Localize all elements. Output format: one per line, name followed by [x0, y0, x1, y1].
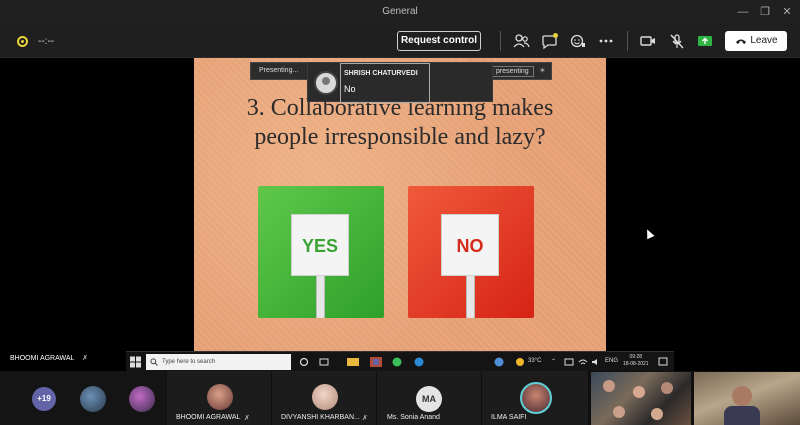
meeting-timer: --:--: [38, 36, 55, 47]
participant-face: [651, 408, 663, 420]
edge-browser-icon: [414, 357, 424, 367]
participant-initials-avatar: MA: [416, 386, 442, 412]
presenter-label: BHOOMI AGRAWAL ✗: [10, 354, 88, 362]
sender-avatar: [314, 71, 338, 95]
no-sign-post: [466, 276, 475, 318]
participant-overflow-count[interactable]: +19: [32, 387, 56, 411]
participant-body: [724, 406, 760, 425]
yes-sign: YES: [291, 214, 349, 276]
participant-name: DIVYANSHI KHARBAN...: [281, 414, 360, 421]
whatsapp-icon: [392, 357, 402, 367]
chat-notification-popup[interactable]: SHRISH CHATURVEDI No: [307, 62, 493, 103]
participant-face: [661, 382, 673, 394]
remote-taskbar: Type here to search 33°C ⌃ ENG 09:28 18-…: [126, 351, 674, 371]
leave-label: Leave: [750, 35, 778, 46]
participant-mic-muted-icon: ✗: [362, 415, 368, 422]
reactions-icon[interactable]: [569, 32, 587, 50]
mouse-cursor-icon: [643, 227, 655, 240]
close-icon[interactable]: ✕: [779, 4, 795, 20]
chat-message: No: [344, 84, 356, 94]
minimize-icon[interactable]: —: [735, 4, 751, 20]
participant-name: BHOOMI AGRAWAL: [176, 414, 241, 421]
participant-face: [732, 386, 752, 406]
video-gallery-tile[interactable]: [591, 372, 691, 425]
weather-icon: [516, 358, 524, 366]
restore-icon[interactable]: ❐: [757, 4, 773, 20]
teams-app-icon: [370, 357, 382, 367]
file-explorer-icon: [347, 358, 359, 366]
yes-card: YES: [258, 186, 384, 318]
toolbar-divider: [627, 31, 628, 51]
leave-button[interactable]: Leave: [725, 31, 787, 51]
pin-icon[interactable]: ✶: [539, 66, 546, 75]
network-icon: [578, 359, 588, 365]
shared-screen-stage: 3. Collaborative learning makes people i…: [0, 58, 800, 371]
video-self-tile[interactable]: [694, 372, 800, 425]
presenter-mic-muted-icon: ✗: [82, 355, 89, 362]
task-view-icon: [319, 358, 329, 366]
camera-icon[interactable]: [639, 32, 657, 50]
chat-icon[interactable]: [541, 32, 559, 50]
participant-avatar: [312, 384, 338, 410]
participants-strip: +19 BHOOMI AGRAWAL ✗ DIVYANSHI KHARBAN..…: [0, 371, 800, 425]
no-sign: NO: [441, 214, 499, 276]
search-icon: [150, 358, 158, 366]
participant-tile[interactable]: DIVYANSHI KHARBAN... ✗: [272, 371, 376, 425]
remote-time: 09:28: [629, 354, 643, 360]
participant-name: Ms. Sonia Anand: [387, 414, 440, 421]
display-icon: [564, 358, 574, 366]
meeting-toolbar: --:-- Request control Leave: [0, 24, 800, 58]
remote-search-box: Type here to search: [146, 354, 291, 370]
chat-sender-name: SHRISH CHATURVEDI: [344, 70, 418, 77]
windows-start-icon: [130, 356, 141, 368]
window-title: General: [382, 6, 418, 17]
presenter-name: BHOOMI AGRAWAL: [10, 355, 75, 362]
chevron-up-icon: ⌃: [551, 359, 557, 365]
more-options-icon[interactable]: [597, 32, 615, 50]
teams-tray-icon: [494, 357, 504, 367]
volume-icon: [592, 359, 597, 365]
remote-search-placeholder: Type here to search: [162, 359, 216, 365]
participant-avatar: [80, 386, 106, 412]
participant-overflow-tile[interactable]: +19: [0, 371, 166, 425]
cortana-icon: [299, 357, 309, 367]
participant-tile-speaking[interactable]: ILMA SAIFI: [482, 371, 588, 425]
notifications-icon: [658, 357, 668, 366]
mic-muted-icon[interactable]: [668, 32, 686, 50]
title-bar: General — ❐ ✕: [0, 0, 800, 24]
presenting-status-left: Presenting...: [259, 67, 299, 74]
participant-face: [633, 386, 645, 398]
slide-question-line-2: people irresponsible and lazy?: [254, 124, 546, 150]
participant-face: [613, 406, 625, 418]
participant-tile[interactable]: MA Ms. Sonia Anand: [377, 371, 481, 425]
recording-timer-icon: [17, 36, 28, 47]
no-card: NO: [408, 186, 534, 318]
phone-hangup-icon: [736, 39, 746, 44]
remote-language: ENG: [605, 358, 619, 364]
participant-avatar: [520, 382, 552, 414]
share-screen-icon[interactable]: [696, 32, 714, 50]
remote-clock: 09:28 18-08-2021: [623, 354, 649, 368]
participant-tile[interactable]: BHOOMI AGRAWAL ✗: [167, 371, 271, 425]
request-control-button[interactable]: Request control: [397, 31, 481, 51]
yes-sign-post: [316, 276, 325, 318]
remote-temperature: 33°C: [528, 358, 542, 364]
remote-date: 18-08-2021: [623, 361, 649, 367]
participants-icon[interactable]: [512, 32, 530, 50]
toolbar-divider: [500, 31, 501, 51]
chat-notification-frame: [340, 63, 430, 103]
participant-name: ILMA SAIFI: [491, 414, 527, 421]
participant-mic-muted-icon: ✗: [244, 415, 250, 422]
presenting-status-right[interactable]: presenting: [491, 66, 534, 77]
participant-avatar: [207, 384, 233, 410]
participant-avatar: [129, 386, 155, 412]
participant-face: [603, 380, 615, 392]
